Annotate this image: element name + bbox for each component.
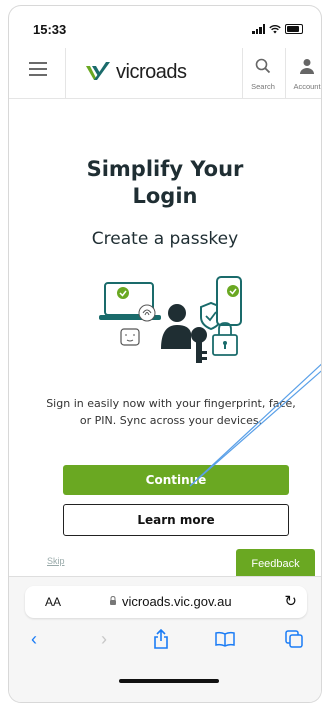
continue-button[interactable]: Continue — [63, 465, 289, 495]
account-label: Account — [293, 82, 321, 91]
account-button[interactable]: Account — [285, 48, 321, 98]
feedback-tab[interactable]: Feedback — [236, 549, 315, 576]
title-line-1: Simplify Your — [86, 157, 244, 181]
account-icon — [300, 59, 314, 74]
brand-name: vicroads — [116, 60, 187, 83]
bookmarks-icon[interactable] — [215, 631, 235, 647]
status-icons — [252, 24, 303, 34]
back-icon[interactable]: ‹ — [31, 629, 37, 650]
search-button[interactable]: Search — [241, 48, 286, 98]
search-icon — [255, 58, 271, 74]
status-bar: 15:33 — [9, 6, 321, 42]
url-text: vicroads.vic.gov.au — [122, 594, 232, 609]
phone-screen: 15:33 vicroads Search Account Simplify Y… — [9, 6, 321, 702]
vicroads-logo-mark-icon — [86, 62, 110, 80]
page-title: Simplify Your Login — [9, 156, 321, 210]
menu-icon[interactable] — [29, 62, 47, 80]
forward-icon[interactable]: › — [101, 629, 107, 650]
home-indicator — [119, 679, 219, 683]
address-bar[interactable]: AA vicroads.vic.gov.au ↻ — [25, 586, 307, 618]
learn-more-button[interactable]: Learn more — [63, 504, 289, 536]
cellular-signal-icon — [252, 24, 265, 34]
battery-icon — [285, 24, 303, 34]
page-settings-button[interactable]: AA — [45, 595, 61, 609]
page-subtitle: Create a passkey — [91, 229, 239, 249]
vicroads-logo[interactable]: vicroads — [84, 60, 187, 84]
passkey-description: Sign in easily now with your fingerprint… — [46, 397, 296, 427]
wifi-icon — [269, 25, 281, 34]
share-icon[interactable] — [153, 629, 169, 649]
passkey-illustration-icon — [99, 276, 242, 363]
site-header: vicroads Search Account — [9, 48, 321, 99]
tabs-icon[interactable] — [285, 630, 303, 648]
skip-link[interactable]: Skip — [47, 556, 65, 566]
status-time: 15:33 — [33, 22, 67, 37]
lock-icon — [110, 596, 116, 605]
browser-toolbar: AA vicroads.vic.gov.au ↻ ‹ › — [9, 576, 321, 702]
browser-nav: ‹ › — [9, 627, 321, 657]
reload-icon[interactable]: ↻ — [284, 592, 297, 610]
logo-area[interactable]: vicroads — [65, 48, 243, 98]
title-line-2: Login — [132, 184, 198, 208]
search-label: Search — [251, 82, 275, 91]
